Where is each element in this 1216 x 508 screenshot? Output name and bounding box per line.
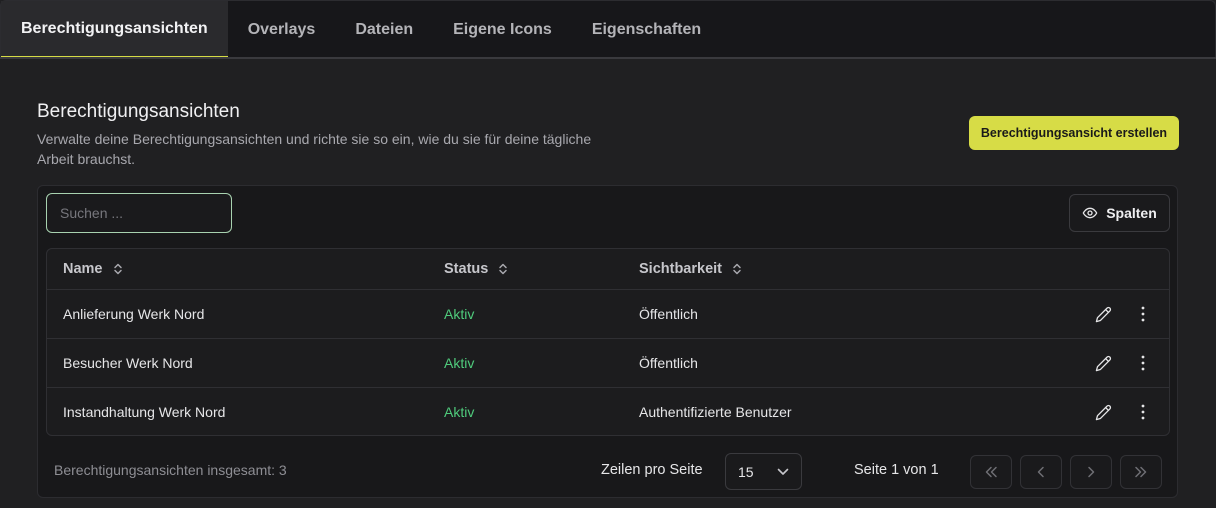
- views-table: Name Status Sichtbarkeit Anlieferung Wer…: [46, 248, 1170, 436]
- tab-berechtigungsansichten[interactable]: Berechtigungsansichten: [1, 1, 228, 58]
- rows-per-page-label: Zeilen pro Seite: [601, 462, 703, 478]
- tab-bar: Berechtigungsansichten Overlays Dateien …: [0, 0, 1216, 58]
- last-page-button[interactable]: [1120, 455, 1162, 489]
- last-page-icon: [1135, 466, 1147, 478]
- chevron-down-icon: [777, 468, 789, 475]
- pencil-icon: [1095, 404, 1111, 420]
- pencil-icon: [1095, 306, 1111, 322]
- column-header-name[interactable]: Name: [63, 249, 123, 289]
- eye-icon: [1082, 207, 1098, 219]
- table-header: Name Status Sichtbarkeit: [47, 249, 1169, 290]
- table-row[interactable]: Besucher Werk Nord Aktiv Öffentlich: [47, 339, 1169, 388]
- column-header-label: Sichtbarkeit: [639, 261, 722, 277]
- column-header-label: Status: [444, 261, 489, 277]
- rows-per-page-value: 15: [738, 463, 754, 480]
- cell-visibility: Öffentlich: [639, 355, 698, 371]
- cell-name: Besucher Werk Nord: [63, 355, 193, 371]
- cell-status: Aktiv: [444, 355, 475, 371]
- tab-overlays[interactable]: Overlays: [228, 1, 336, 58]
- cell-name: Anlieferung Werk Nord: [63, 306, 205, 322]
- edit-button[interactable]: [1091, 302, 1115, 326]
- row-menu-button[interactable]: [1131, 351, 1155, 375]
- next-page-icon: [1088, 466, 1095, 478]
- table-row[interactable]: Anlieferung Werk Nord Aktiv Öffentlich: [47, 290, 1169, 339]
- rows-per-page-select[interactable]: 15: [725, 453, 802, 490]
- search-input[interactable]: [46, 193, 232, 233]
- column-header-label: Name: [63, 261, 103, 277]
- first-page-icon: [985, 466, 997, 478]
- column-header-status[interactable]: Status: [444, 249, 508, 289]
- first-page-button[interactable]: [970, 455, 1012, 489]
- cell-visibility: Öffentlich: [639, 306, 698, 322]
- cell-status: Aktiv: [444, 306, 475, 322]
- sort-updown-icon: [113, 263, 122, 275]
- columns-button[interactable]: Spalten: [1069, 194, 1170, 232]
- more-vertical-icon: [1141, 404, 1145, 420]
- tab-eigene-icons[interactable]: Eigene Icons: [433, 1, 572, 58]
- row-menu-button[interactable]: [1131, 400, 1155, 424]
- create-view-button[interactable]: Berechtigungsansicht erstellen: [969, 116, 1179, 150]
- row-menu-button[interactable]: [1131, 302, 1155, 326]
- edit-button[interactable]: [1091, 400, 1115, 424]
- more-vertical-icon: [1141, 306, 1145, 322]
- column-header-visibility[interactable]: Sichtbarkeit: [639, 249, 742, 289]
- table-row[interactable]: Instandhaltung Werk Nord Aktiv Authentif…: [47, 388, 1169, 435]
- sort-updown-icon: [733, 263, 741, 275]
- prev-page-icon: [1037, 466, 1044, 478]
- prev-page-button[interactable]: [1020, 455, 1062, 489]
- edit-button[interactable]: [1091, 351, 1115, 375]
- columns-button-label: Spalten: [1106, 205, 1157, 221]
- cell-status: Aktiv: [444, 404, 475, 420]
- page-title: Berechtigungsansichten: [37, 101, 240, 122]
- cell-visibility: Authentifizierte Benutzer: [639, 404, 792, 420]
- tab-dateien[interactable]: Dateien: [335, 1, 433, 58]
- more-vertical-icon: [1141, 355, 1145, 371]
- next-page-button[interactable]: [1070, 455, 1112, 489]
- pencil-icon: [1095, 355, 1111, 371]
- page-info: Seite 1 von 1: [854, 462, 939, 478]
- tab-bar-divider: [0, 57, 1216, 59]
- sort-updown-icon: [499, 263, 508, 275]
- page-description: Verwalte deine Berechtigungsansichten un…: [37, 131, 592, 167]
- tab-eigenschaften[interactable]: Eigenschaften: [572, 1, 721, 58]
- cell-name: Instandhaltung Werk Nord: [63, 404, 226, 420]
- total-count: Berechtigungsansichten insgesamt: 3: [54, 462, 287, 478]
